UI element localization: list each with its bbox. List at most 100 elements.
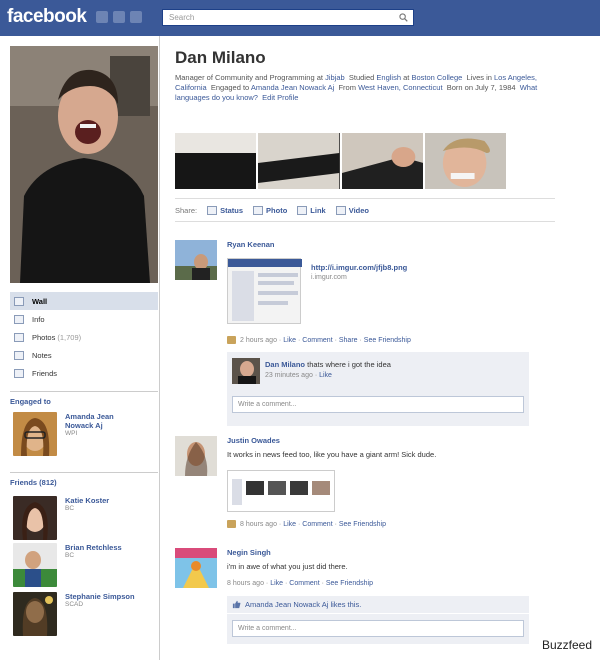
avatar[interactable] [13,496,57,540]
likes-line: Amanda Jean Nowack Aj likes this. [227,596,529,614]
wall-icon [14,296,24,306]
post-author[interactable]: Ryan Keenan [227,240,555,249]
friend-school: BC [65,505,75,512]
engaged-to-link[interactable]: Amanda Jean Nowack Aj [251,83,334,92]
share-status-button[interactable]: Status [207,205,243,215]
avatar[interactable] [175,240,217,280]
video-icon [335,205,346,215]
engaged-heading: Engaged to [10,391,158,406]
search-icon[interactable] [399,13,408,22]
messages-icon[interactable] [113,11,125,23]
strip-photo[interactable] [258,133,340,189]
job-company-link[interactable]: Jibjab [325,73,345,82]
post-time[interactable]: 2 hours ago [240,337,277,344]
engaged-name[interactable]: Amanda Jean Nowack Aj [65,412,137,430]
link-domain: i.imgur.com [311,274,347,281]
sidebar-item-friends[interactable]: Friends [10,364,158,382]
post-meta: 8 hours ago · Like · Comment · See Frien… [227,520,386,528]
strip-photo[interactable] [424,133,506,189]
post-author[interactable]: Negin Singh [227,548,555,557]
like-link[interactable]: Like [270,580,283,587]
thumbs-up-icon [232,600,241,609]
likes-text[interactable]: Amanda Jean Nowack Aj likes this. [245,600,361,609]
edit-profile-link[interactable]: Edit Profile [262,93,298,102]
engaged-text: Engaged to [210,83,251,92]
friend-requests-icon[interactable] [96,11,108,23]
share-video-button[interactable]: Video [335,205,369,215]
post-message: It works in news feed too, like you have… [227,450,437,459]
post-message: i'm in awe of what you just did there. [227,562,348,571]
comment-author[interactable]: Dan Milano [265,360,305,369]
sidebar-item-info[interactable]: Info [10,310,158,328]
profile-picture[interactable] [10,46,158,283]
avatar[interactable] [13,543,57,587]
avatar[interactable] [175,436,217,476]
like-link[interactable]: Like [283,337,296,344]
link-thumbnail[interactable] [227,258,302,324]
photos-count: (1,709) [57,332,82,342]
share-photo-button[interactable]: Photo [253,205,287,215]
strip-photo[interactable] [175,133,257,189]
friend-card[interactable]: Stephanie Simpson SCAD [13,592,137,636]
like-link[interactable]: Like [283,521,296,528]
engaged-person[interactable]: Amanda Jean Nowack Aj WPI [13,412,137,456]
photo-attachment-icon [227,520,236,528]
comment-link[interactable]: Comment [289,580,319,587]
friends-icon [14,368,24,378]
friends-heading[interactable]: Friends (812) [10,472,158,487]
comment-like-link[interactable]: Like [319,372,332,379]
friend-name[interactable]: Stephanie Simpson [65,592,137,601]
post-image[interactable] [227,470,335,512]
post-time[interactable]: 8 hours ago [240,521,277,528]
friend-school: SCAD [65,601,84,608]
friend-school: BC [65,552,75,559]
friend-card[interactable]: Brian Retchless BC [13,543,137,587]
avatar[interactable] [13,592,57,636]
sidebar-item-label: Friends [32,368,58,378]
share-label: Share: [175,205,198,215]
post-author[interactable]: Justin Owades [227,436,555,445]
notifications-icon[interactable] [130,11,142,23]
search-placeholder: Search [169,13,195,22]
friend-name[interactable]: Katie Koster [65,496,137,505]
studied-subject-link[interactable]: English [376,73,401,82]
share-link-button[interactable]: Link [297,205,326,215]
comment-input[interactable]: Write a comment... [232,396,524,413]
comment-link[interactable]: Comment [302,521,332,528]
born-text: Born on July 7, 1984 [446,83,516,92]
comments-box: Dan Milano thats where i got the idea 23… [227,352,529,426]
see-friendship-link[interactable]: See Friendship [326,580,373,587]
see-friendship-link[interactable]: See Friendship [364,337,411,344]
from-city-link[interactable]: West Haven, Connecticut [358,83,443,92]
avatar[interactable] [175,548,217,588]
link-url[interactable]: http://i.imgur.com/jfjb8.png [311,263,407,272]
post-meta: 2 hours ago · Like · Comment · Share · S… [227,336,411,344]
friend-card[interactable]: Katie Koster BC [13,496,137,540]
share-link[interactable]: Share [339,337,358,344]
sidebar-item-label: Info [32,314,45,324]
sidebar-item-photos[interactable]: Photos (1,709) [10,328,158,346]
avatar[interactable] [232,358,260,384]
sidebar-item-label: Wall [32,296,48,306]
profile-nav: Wall Info Photos (1,709) Notes Friends [10,292,158,382]
profile-bio: Manager of Community and Programming at … [175,73,555,103]
search-input[interactable]: Search [162,9,414,26]
link-icon [297,205,308,215]
friend-name[interactable]: Brian Retchless [65,543,137,552]
profile-name: Dan Milano [175,48,266,67]
comment: Dan Milano thats where i got the idea [265,360,391,369]
facebook-logo[interactable]: facebook [7,6,87,28]
avatar[interactable] [13,412,57,456]
school-link[interactable]: Boston College [411,73,462,82]
sidebar-item-notes[interactable]: Notes [10,346,158,364]
post-time[interactable]: 8 hours ago [227,580,264,587]
from-text: From [338,83,359,92]
see-friendship-link[interactable]: See Friendship [339,521,386,528]
sidebar-item-wall[interactable]: Wall [10,292,158,310]
comment-meta: 23 minutes ago · Like [265,372,332,379]
lives-text: Lives in [466,73,494,82]
comment-input[interactable]: Write a comment... [232,620,524,637]
buzzfeed-watermark: Buzzfeed [541,638,592,652]
strip-photo[interactable] [341,133,423,189]
comment-link[interactable]: Comment [302,337,332,344]
